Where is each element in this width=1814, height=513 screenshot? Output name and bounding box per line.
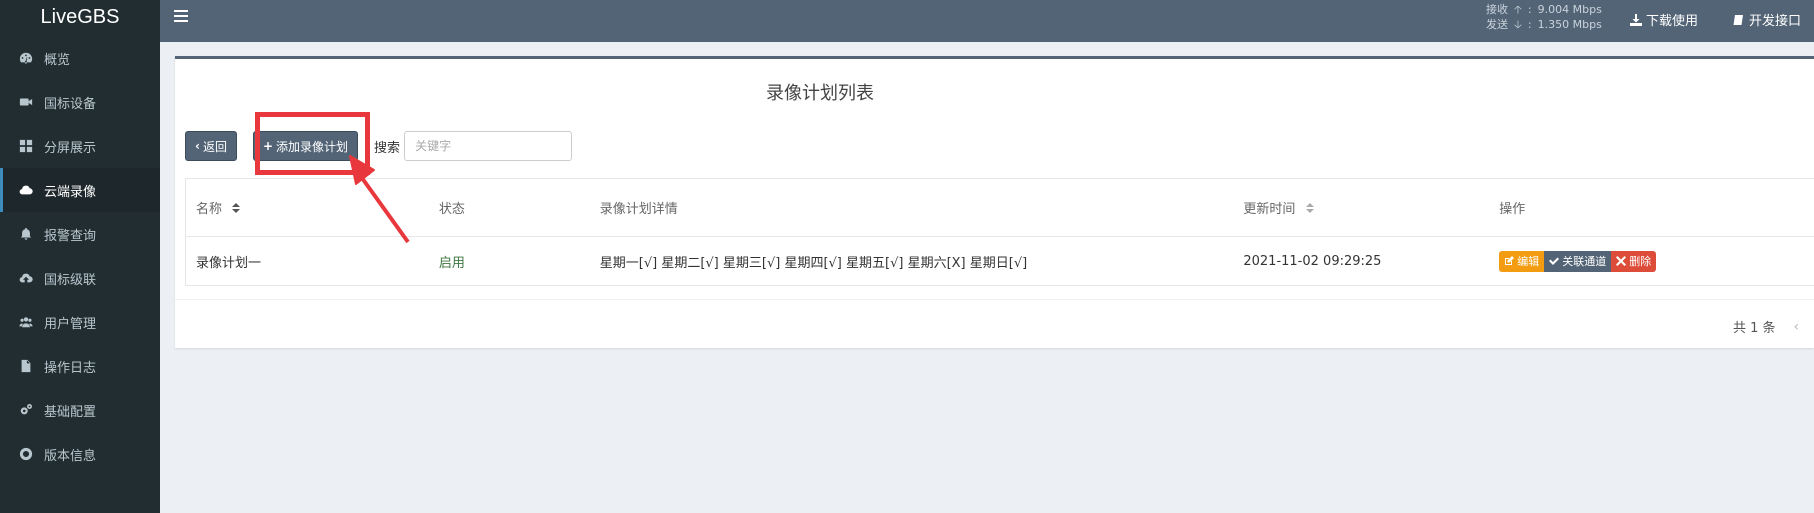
- recv-label: 接收: [1486, 3, 1508, 16]
- column-header-actions: 操作: [1499, 202, 1526, 217]
- file-icon: [18, 358, 34, 374]
- cloud-upload-icon: [18, 270, 34, 286]
- divider: [175, 299, 1814, 300]
- cell-actions: 编辑 关联通道 删除: [1489, 250, 1814, 272]
- cell-detail: 星期一[√] 星期二[√] 星期三[√] 星期四[√] 星期五[√] 星期六[X…: [599, 255, 1028, 271]
- cell-updated: 2021-11-02 09:29:25: [1243, 253, 1382, 269]
- sidebar-item-label: 国标设备: [44, 96, 97, 112]
- top-header: 接收 🡡 : 9.004 Mbps 发送 🡣 : 1.350 Mbps 下载使用…: [160, 0, 1814, 42]
- bell-icon: [18, 226, 34, 242]
- sidebar-item-overview[interactable]: 概览: [0, 36, 160, 80]
- edit-icon: [1505, 256, 1515, 265]
- cloud-icon: [18, 182, 34, 198]
- delete-label: 删除: [1629, 255, 1652, 268]
- header-label: 名称: [196, 202, 223, 217]
- column-header-status: 状态: [438, 202, 465, 217]
- pagination: 共 1 条 ‹: [1733, 317, 1800, 337]
- table-header-row: 名称 状态 录像计划详情 更新时间 操作: [186, 179, 1814, 237]
- send-colon: :: [1527, 18, 1532, 31]
- sidebar: LiveGBS 概览 国标设备 分屏展示 云端录像 报警查询 国标级联 用户管理…: [0, 0, 160, 513]
- page-title: 录像计划列表: [766, 83, 874, 104]
- search-input[interactable]: [404, 131, 573, 161]
- table-row: 录像计划一 启用 星期一[√] 星期二[√] 星期三[√] 星期四[√] 星期五…: [186, 237, 1814, 285]
- book-icon: [1733, 14, 1743, 25]
- sidebar-item-label: 版本信息: [44, 448, 97, 464]
- highlight-box: [255, 112, 370, 175]
- column-header-name[interactable]: 名称: [186, 198, 429, 217]
- recording-plan-table: 名称 状态 录像计划详情 更新时间 操作 录像计划一 启用 星期一[√] 星期二…: [185, 178, 1814, 286]
- header-label: 更新时间: [1243, 202, 1296, 217]
- sidebar-item-version-info[interactable]: 版本信息: [0, 432, 160, 476]
- sidebar-item-split-screen[interactable]: 分屏展示: [0, 124, 160, 168]
- sidebar-item-label: 报警查询: [44, 228, 97, 244]
- recv-value: 9.004 Mbps: [1537, 3, 1602, 16]
- column-header-updated[interactable]: 更新时间: [1233, 198, 1489, 217]
- download-label: 下载使用: [1646, 14, 1699, 29]
- close-icon: [1616, 256, 1627, 266]
- sidebar-item-label: 操作日志: [44, 360, 97, 376]
- sidebar-item-label: 用户管理: [44, 316, 97, 332]
- link-channel-label: 关联通道: [1562, 255, 1607, 268]
- lifebuoy-icon: [18, 446, 34, 462]
- edit-button[interactable]: 编辑: [1499, 250, 1545, 272]
- column-header-detail: 录像计划详情: [599, 202, 678, 217]
- arrow-up-icon: 🡡: [1514, 3, 1522, 16]
- sort-icon: [232, 202, 241, 217]
- link-channel-button[interactable]: 关联通道: [1544, 250, 1612, 272]
- sidebar-item-alarm-query[interactable]: 报警查询: [0, 212, 160, 256]
- sidebar-item-cloud-recording[interactable]: 云端录像: [0, 168, 160, 212]
- toolbar: ‹ 返回 + 添加录像计划 搜索: [185, 131, 573, 161]
- send-value: 1.350 Mbps: [1537, 18, 1602, 31]
- sidebar-item-label: 云端录像: [44, 184, 97, 200]
- total-count: 共 1 条: [1733, 321, 1776, 336]
- search-label: 搜索: [374, 140, 401, 156]
- menu-toggle-icon[interactable]: [174, 10, 188, 22]
- sidebar-item-label: 基础配置: [44, 404, 97, 420]
- delete-button[interactable]: 删除: [1611, 250, 1657, 272]
- sidebar-item-gb-cascade[interactable]: 国标级联: [0, 256, 160, 300]
- sidebar-item-gb-devices[interactable]: 国标设备: [0, 80, 160, 124]
- prev-page-button[interactable]: ‹: [1794, 319, 1800, 335]
- sidebar-item-operation-log[interactable]: 操作日志: [0, 344, 160, 388]
- cell-status: 启用: [438, 255, 465, 271]
- cell-name: 录像计划一: [196, 255, 262, 271]
- sidebar-item-label: 概览: [44, 52, 71, 68]
- app-logo[interactable]: LiveGBS: [0, 0, 160, 36]
- network-stats: 接收 🡡 : 9.004 Mbps 发送 🡣 : 1.350 Mbps: [1486, 2, 1602, 32]
- dashboard-icon: [18, 50, 34, 66]
- recording-plan-panel: 录像计划列表 ‹ 返回 + 添加录像计划 搜索 名称 状态 录像计划详情 更新时…: [175, 56, 1814, 348]
- check-icon: [1549, 257, 1560, 265]
- chevron-left-icon: ‹: [195, 139, 200, 153]
- grid-icon: [18, 138, 34, 154]
- send-label: 发送: [1486, 18, 1508, 31]
- sidebar-item-label: 国标级联: [44, 272, 97, 288]
- back-label: 返回: [202, 139, 227, 154]
- recv-colon: :: [1527, 3, 1532, 16]
- download-link[interactable]: 下载使用: [1630, 10, 1698, 29]
- dev-api-link[interactable]: 开发接口: [1733, 10, 1801, 29]
- download-icon: [1630, 13, 1642, 26]
- users-icon: [18, 314, 34, 330]
- edit-label: 编辑: [1517, 255, 1540, 268]
- video-camera-icon: [18, 94, 34, 110]
- sort-icon: [1305, 202, 1314, 217]
- back-button[interactable]: ‹ 返回: [185, 131, 237, 161]
- sidebar-item-basic-config[interactable]: 基础配置: [0, 388, 160, 432]
- sidebar-item-user-management[interactable]: 用户管理: [0, 300, 160, 344]
- dev-label: 开发接口: [1749, 14, 1802, 29]
- cogs-icon: [18, 402, 34, 418]
- sidebar-item-label: 分屏展示: [44, 140, 97, 156]
- arrow-down-icon: 🡣: [1514, 18, 1522, 31]
